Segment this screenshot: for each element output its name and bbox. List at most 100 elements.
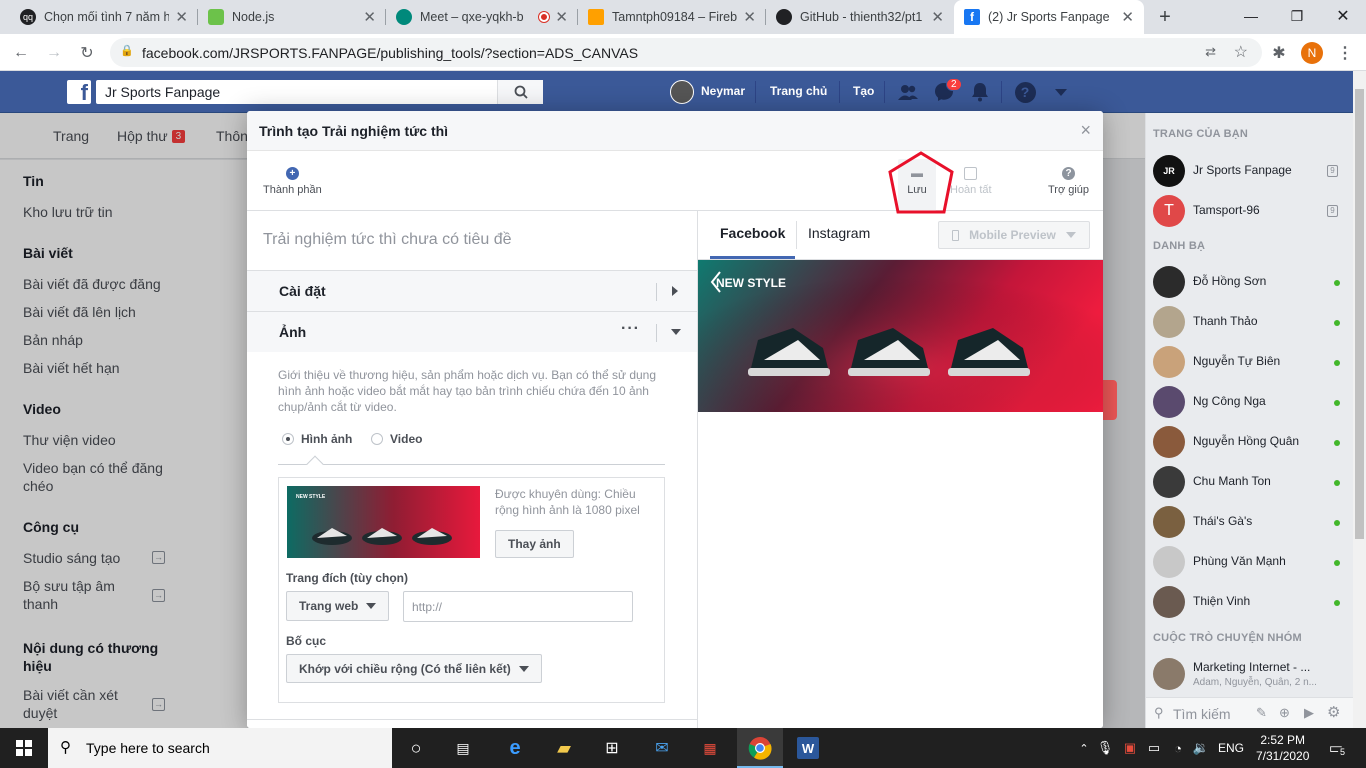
contact-item[interactable]: Thanh Thảo <box>1153 304 1348 340</box>
action-center-icon[interactable]: ▭ 5 <box>1324 736 1348 760</box>
taskbar-search-input[interactable]: Type here to search <box>86 740 210 756</box>
page-scrollbar[interactable] <box>1353 71 1366 728</box>
fb-search-box[interactable]: Jr Sports Fanpage <box>96 80 543 104</box>
destination-url-input[interactable]: http:// <box>403 591 633 622</box>
translate-icon[interactable]: ⇄ <box>1205 44 1216 60</box>
mail-icon[interactable]: ✉ <box>650 736 674 760</box>
new-group-icon[interactable]: ⊕ <box>1279 705 1290 721</box>
destination-type-select[interactable]: Trang web <box>286 591 390 621</box>
finish-icon <box>964 167 978 180</box>
close-tab-icon[interactable]: ✕ <box>175 8 188 26</box>
reload-icon[interactable]: ↻ <box>76 42 98 64</box>
account-menu-chevron-down-icon[interactable] <box>1049 81 1073 103</box>
settings-gear-icon[interactable]: ⚙ <box>1327 703 1340 721</box>
menu-kebab-icon[interactable]: ⋮ <box>1334 42 1356 64</box>
help-icon[interactable]: ? <box>1013 81 1037 103</box>
facebook-logo-icon[interactable]: f <box>67 80 91 104</box>
tab-preview-instagram[interactable]: Instagram <box>808 225 870 241</box>
taskbar-clock[interactable]: 2:52 PM 7/31/2020 <box>1256 732 1309 764</box>
browser-tab-active[interactable]: f (2) Jr Sports Fanpage ✕ <box>954 0 1144 34</box>
user-name-link[interactable]: Neymar <box>701 84 745 98</box>
file-explorer-icon[interactable]: ▰ <box>552 736 576 760</box>
cortana-icon[interactable]: ○ <box>404 736 428 760</box>
user-avatar[interactable] <box>670 80 694 104</box>
selected-image-thumbnail[interactable]: NEW STYLE <box>287 486 480 558</box>
fb-search-input[interactable]: Jr Sports Fanpage <box>105 84 220 100</box>
contact-item[interactable]: Ng Công Nga <box>1153 384 1348 420</box>
profile-avatar[interactable]: N <box>1301 42 1323 64</box>
chat-search-input[interactable]: Tìm kiếm <box>1173 706 1231 722</box>
close-tab-icon[interactable]: ✕ <box>1121 8 1134 26</box>
forward-icon[interactable]: → <box>43 42 65 64</box>
input-language[interactable]: ENG <box>1218 741 1244 755</box>
chevron-down-icon <box>366 603 377 609</box>
components-button[interactable]: + Thành phần <box>263 167 322 196</box>
browser-tab-2[interactable]: Node.js ✕ <box>198 0 386 34</box>
store-icon[interactable]: ⊞ <box>600 736 624 760</box>
finish-button[interactable]: Hoàn tất <box>950 167 992 196</box>
contact-item[interactable]: Chu Manh Ton <box>1153 464 1348 500</box>
page-item[interactable]: T Tamsport-96 9 <box>1153 193 1348 229</box>
minimize-button[interactable]: — <box>1228 0 1274 32</box>
extensions-icon[interactable]: ✱ <box>1268 42 1290 64</box>
help-button[interactable]: ? Trợ giúp <box>1048 167 1089 196</box>
change-photo-button[interactable]: Thay ảnh <box>495 530 574 558</box>
maximize-button[interactable]: ❐ <box>1274 0 1320 32</box>
word-icon[interactable]: W <box>797 737 819 759</box>
video-call-icon[interactable]: ▶ <box>1304 705 1314 721</box>
contact-item[interactable]: Phùng Văn Mạnh <box>1153 544 1348 580</box>
edge-icon[interactable]: e <box>503 736 527 760</box>
taskbar-search-box[interactable]: ⚲ Type here to search <box>48 728 392 768</box>
close-tab-icon[interactable]: ✕ <box>555 8 568 26</box>
layout-select[interactable]: Khớp với chiều rộng (Có thể liên kết) <box>286 654 542 683</box>
browser-tab-1[interactable]: qq Chọn mối tình 7 năm h ✕ <box>10 0 198 34</box>
tab-preview-facebook[interactable]: Facebook <box>720 225 785 241</box>
browser-tab-5[interactable]: GitHub - thienth32/pt1 ✕ <box>766 0 954 34</box>
windows-start-icon[interactable] <box>12 736 36 760</box>
chat-search-bar[interactable]: ⚲ Tìm kiếm ✎ ⊕ ▶ ⚙ <box>1146 697 1353 728</box>
close-window-button[interactable]: ✕ <box>1320 0 1366 32</box>
media-type-video-radio[interactable]: Video <box>371 432 422 446</box>
home-link[interactable]: Trang chủ <box>770 84 827 98</box>
close-tab-icon[interactable]: ✕ <box>931 8 944 26</box>
url-text[interactable]: facebook.com/JRSPORTS.FANPAGE/publishing… <box>142 45 638 61</box>
notifications-bell-icon[interactable] <box>968 81 992 103</box>
compose-icon[interactable]: ✎ <box>1256 705 1267 721</box>
volume-icon[interactable]: 🔉 <box>1189 736 1213 760</box>
media-type-image-radio[interactable]: Hình ảnh <box>282 432 352 446</box>
mobile-preview-button[interactable]: Mobile Preview <box>938 221 1090 249</box>
battery-icon[interactable]: ▭ <box>1142 736 1166 760</box>
omnibox[interactable]: 🔒 facebook.com/JRSPORTS.FANPAGE/publishi… <box>110 38 1262 67</box>
contact-item[interactable]: Đỗ Hồng Sơn <box>1153 264 1348 300</box>
page-item[interactable]: JR Jr Sports Fanpage 9 <box>1153 153 1348 189</box>
new-tab-button[interactable]: + <box>1152 4 1178 30</box>
microphone-icon[interactable]: 🎙 <box>1093 736 1117 760</box>
chevron-right-icon[interactable] <box>672 286 678 296</box>
chevron-down-icon[interactable] <box>671 329 681 335</box>
back-icon[interactable]: ← <box>10 42 32 64</box>
tray-app-icon[interactable]: ▣ <box>1118 736 1142 760</box>
bookmark-star-icon[interactable]: ☆ <box>1234 42 1248 62</box>
wifi-icon[interactable]: ◔ <box>1166 736 1190 760</box>
browser-tab-4[interactable]: Tamntph09184 – Fireba ✕ <box>578 0 766 34</box>
close-tab-icon[interactable]: ✕ <box>363 8 376 26</box>
task-view-icon[interactable]: ▤ <box>451 736 475 760</box>
more-options-icon[interactable]: ··· <box>621 320 640 338</box>
create-link[interactable]: Tạo <box>853 84 874 98</box>
search-icon[interactable] <box>497 80 543 104</box>
close-tab-icon[interactable]: ✕ <box>743 8 756 26</box>
messenger-icon[interactable]: 2 <box>932 78 962 103</box>
experience-title-input[interactable]: Trải nghiệm tức thì chưa có tiêu đề <box>263 231 512 249</box>
contact-item[interactable]: Thái's Gà's <box>1153 504 1348 540</box>
friend-requests-icon[interactable] <box>896 81 920 103</box>
contact-item[interactable]: Nguyễn Tự Biên <box>1153 344 1348 380</box>
contact-item[interactable]: Thiện Vinh <box>1153 584 1348 620</box>
contact-item[interactable]: Nguyễn Hồng Quân <box>1153 424 1348 460</box>
app-icon[interactable]: ▦ <box>698 736 722 760</box>
chrome-taskbar-button[interactable] <box>737 728 783 768</box>
close-icon[interactable]: × <box>1080 120 1091 141</box>
settings-section-header[interactable]: Cài đặt <box>247 270 697 311</box>
browser-tab-3[interactable]: Meet – qxe-yqkh-b ✕ <box>386 0 578 34</box>
group-chat-item[interactable]: Marketing Internet - ... Adam, Nguyễn, Q… <box>1153 656 1348 692</box>
photo-section-header[interactable]: Ảnh ··· <box>247 311 697 352</box>
